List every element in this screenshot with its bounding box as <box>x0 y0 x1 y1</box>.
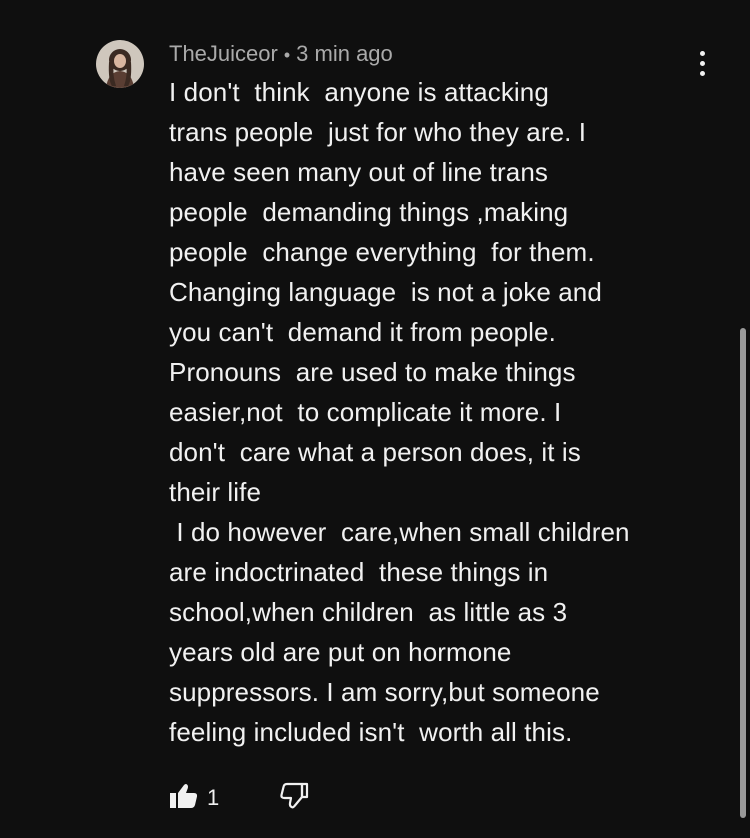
like-count: 1 <box>207 785 220 810</box>
comment-card: TheJuiceor • 3 min ago I don't think anyon… <box>0 0 750 838</box>
meta-separator: • <box>283 45 291 65</box>
comment-text: I don't think anyone is attacking trans … <box>169 77 630 747</box>
avatar[interactable] <box>96 40 144 88</box>
author-name[interactable]: TheJuiceor <box>169 41 278 66</box>
comment-timestamp[interactable]: 3 min ago <box>296 41 393 66</box>
dislike-button[interactable] <box>279 782 309 815</box>
like-button[interactable]: 1 <box>169 782 219 815</box>
thumbs-up-icon <box>169 782 199 815</box>
thumbs-down-icon <box>279 782 309 815</box>
comment-meta: TheJuiceor • 3 min ago <box>169 40 393 68</box>
scrollbar[interactable] <box>740 328 746 818</box>
comment-actions: 1 <box>169 782 309 814</box>
